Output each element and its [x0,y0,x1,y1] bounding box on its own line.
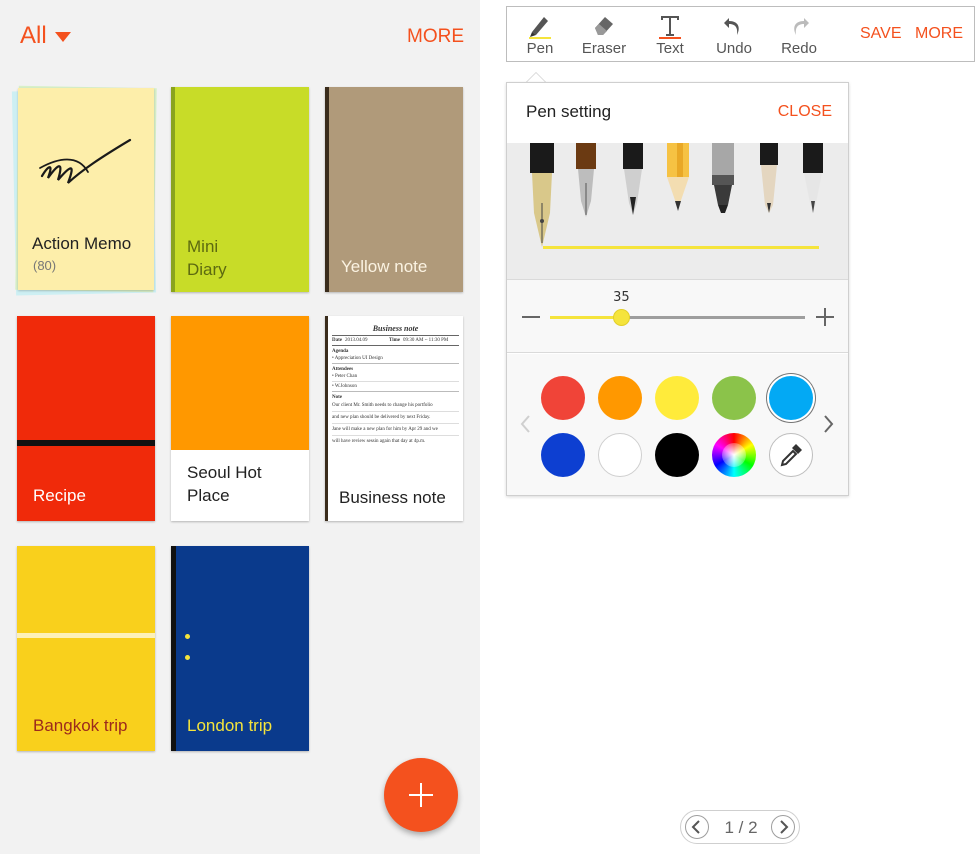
notebook-title: Recipe [33,486,86,505]
tool-label: Undo [716,40,752,57]
fountain-pen-icon[interactable] [527,143,557,253]
save-button[interactable]: SAVE [860,25,902,43]
undo-icon [724,18,739,35]
pen-setting-title: Pen setting [526,102,612,121]
redo-icon [794,18,809,35]
business-note-preview: Business note Date 2013.04.09 Time 09:30… [332,324,459,444]
previous-page-button[interactable] [685,815,709,839]
notebook-mini-diary[interactable]: Mini Diary [171,87,309,292]
calligraphy-pen-icon[interactable] [574,143,598,223]
chevron-right-icon [780,820,789,834]
pen-size-slider[interactable] [550,316,805,319]
color-swatch[interactable] [598,433,642,477]
notebook-title: Action Memo [32,234,132,253]
tool-undo[interactable]: Undo [709,7,759,63]
notebook-recipe[interactable]: Recipe [17,316,155,521]
pen-stroke-preview [543,246,819,249]
notebook-london-trip[interactable]: London trip [171,546,309,751]
tool-label: Text [656,40,684,57]
notebook-title: Seoul Hot Place [187,463,262,505]
notebook-title: Yellow note [341,257,428,276]
marker-icon[interactable] [710,143,736,215]
dropdown-caret-icon [54,32,71,42]
decrease-size-button[interactable] [522,316,540,318]
pen-type-selector [507,143,848,279]
notebook-title: Mini Diary [187,237,227,279]
notebook-title: Business note [339,488,446,507]
text-icon [659,16,681,39]
ballpoint-pen-icon[interactable] [801,143,825,215]
more-button[interactable]: MORE [915,25,963,43]
chevron-left-icon [691,820,700,834]
color-wheel-icon[interactable] [712,433,756,477]
color-swatch[interactable] [712,376,756,420]
pencil-icon[interactable] [665,143,691,215]
color-swatch[interactable] [769,376,813,420]
close-button[interactable]: CLOSE [778,103,832,121]
color-swatch[interactable] [655,433,699,477]
filter-dropdown[interactable]: All [20,22,71,50]
notebook-title: London trip [187,716,273,735]
notebook-business-note[interactable]: Business note Date 2013.04.09 Time 09:30… [325,316,463,521]
tool-label: Eraser [581,40,627,57]
tool-redo[interactable]: Redo [773,7,825,63]
notebook-bangkok-trip[interactable]: Bangkok trip [17,546,155,751]
more-button[interactable]: MORE [407,26,464,48]
notebook-count: (80) [33,258,57,273]
tool-label: Pen [526,40,554,57]
brush-pen-icon[interactable] [621,143,645,219]
tool-label: Redo [781,40,817,57]
signature-scribble-icon [39,138,132,184]
filter-label: All [20,22,47,49]
page-indicator: 1 / 2 [724,818,758,837]
page-navigator: 1 / 2 [680,810,800,844]
chevron-right-icon[interactable] [823,414,835,434]
pen-size-control: 35 [507,279,848,353]
drawing-toolbar: Pen Eraser Text Undo Redo SAVE MORE [506,6,975,62]
highlighter-icon[interactable] [758,143,780,215]
add-notebook-button[interactable] [384,758,458,832]
tool-text[interactable]: Text [645,7,695,63]
notebook-list-panel: All MORE Action Memo (80) Mini Diary Yel… [0,0,480,854]
tool-pen[interactable]: Pen [515,7,565,63]
eraser-icon [595,17,613,35]
notebook-seoul-hot-place[interactable]: Seoul Hot Place [171,316,309,521]
color-swatch[interactable] [655,376,699,420]
pen-setting-popup: Pen setting CLOSE 35 [506,82,849,496]
notebook-title: Bangkok trip [33,716,128,735]
pen-icon [529,17,551,39]
chevron-left-icon[interactable] [519,414,531,434]
notebook-action-memo[interactable]: Action Memo (80) [11,85,157,296]
color-swatch[interactable] [598,376,642,420]
color-swatch[interactable] [541,376,585,420]
eyedropper-icon[interactable] [769,433,813,477]
next-page-button[interactable] [771,815,795,839]
color-swatch[interactable] [541,433,585,477]
slider-handle[interactable] [613,309,631,326]
tool-eraser[interactable]: Eraser [577,7,631,63]
increase-size-button[interactable] [816,308,834,326]
color-palette [507,354,848,495]
notebook-yellow-note[interactable]: Yellow note [325,87,463,292]
pen-size-value: 35 [613,290,630,305]
